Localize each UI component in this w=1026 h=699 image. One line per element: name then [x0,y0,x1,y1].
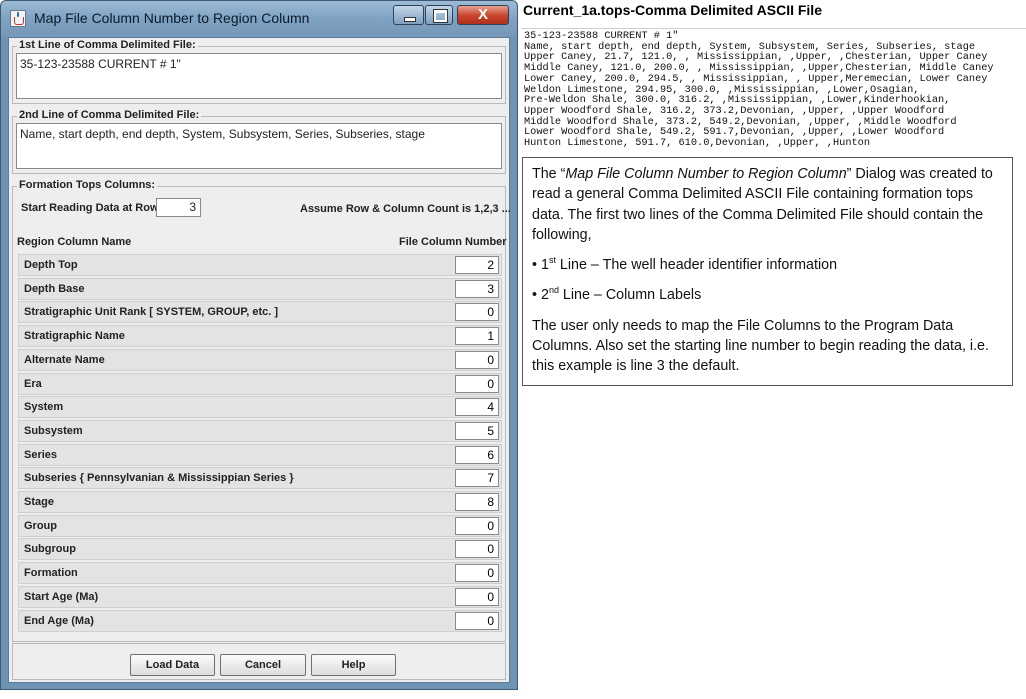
mapping-row: Subgroup 0 [18,538,502,561]
first-line-legend: 1st Line of Comma Delimited File: [17,39,198,51]
region-column-name: System [24,401,64,414]
bullet-first-line: • 1st Line – The well header identifier … [532,255,838,274]
close-icon: X [477,6,488,23]
file-column-number-input[interactable]: 0 [455,587,499,606]
region-column-name: Era [24,377,42,390]
region-column-name: Subgroup [24,543,76,556]
region-column-name: Series [24,448,58,461]
mapping-row: Stratigraphic Name 1 [18,325,502,348]
file-column-number-input[interactable]: 8 [455,493,499,511]
region-column-name: Stage [24,496,54,508]
file-line: Hunton Limestone, 591.7, 610.0,Devonian,… [524,137,871,150]
mapping-row: Depth Top 2 [18,254,502,276]
start-row-label: Start Reading Data at Row [21,202,159,214]
mapping-row: Subsystem 5 [18,419,502,442]
region-column-name: Start Age (Ma) [24,590,99,603]
file-column-number-input[interactable]: 6 [455,445,499,464]
region-column-header: Region Column Name [17,236,132,248]
region-column-name: Alternate Name [24,353,105,366]
file-column-number-input[interactable]: 3 [455,279,499,298]
file-column-number-input[interactable]: 1 [455,327,499,346]
file-title: Current_1a.tops-Comma Delimited ASCII Fi… [523,2,822,18]
file-column-number-input[interactable]: 0 [455,516,499,535]
maximize-button[interactable] [425,5,453,25]
title-bar[interactable]: Map File Column Number to Region Column … [1,1,517,37]
mapping-row: System 4 [18,396,502,419]
file-column-number-input[interactable]: 0 [455,540,499,559]
mapping-row: Series 6 [18,443,502,466]
java-app-icon [10,10,26,27]
file-column-number-input[interactable]: 0 [455,564,499,583]
mapping-row: Group 0 [18,514,502,537]
file-column-number-input[interactable]: 0 [455,350,499,369]
mapping-row: End Age (Ma) 0 [18,609,502,632]
mapping-row: Stratigraphic Unit Rank [ SYSTEM, GROUP,… [18,301,502,324]
dialog-name-emphasis: Map File Column Number to Region Column [565,166,847,182]
mapping-row: Stage 8 [18,491,502,513]
second-line-group: 2nd Line of Comma Delimited File: Name, … [12,109,506,174]
second-line-textarea[interactable]: Name, start depth, end depth, System, Su… [16,123,502,169]
description-instructions: The user only needs to map the File Colu… [532,317,989,375]
file-column-number-input[interactable]: 7 [455,469,499,488]
region-column-name: Depth Top [24,259,78,271]
file-column-number-input[interactable]: 0 [455,303,499,322]
formation-tops-legend: Formation Tops Columns: [17,179,158,191]
region-column-name: Formation [24,567,78,580]
map-column-dialog: Map File Column Number to Region Column … [0,0,518,690]
description-box: The “Map File Column Number to Region Co… [522,157,1013,386]
file-column-number-input[interactable]: 0 [455,611,499,630]
bullet-second-line: • 2nd Line – Column Labels [532,285,702,304]
minimize-button[interactable] [393,5,424,25]
region-column-name: Depth Base [24,282,85,295]
help-button[interactable]: Help [311,654,396,676]
mapping-row: Era 0 [18,372,502,395]
mapping-row: Alternate Name 0 [18,348,502,371]
region-column-name: End Age (Ma) [24,614,94,627]
region-column-name: Subsystem [24,424,83,437]
second-line-legend: 2nd Line of Comma Delimited File: [17,109,202,121]
file-preview-lines: 35-123-23588 CURRENT # 1" Name, start dep… [524,31,994,149]
region-column-name: Stratigraphic Name [24,330,125,343]
region-column-name: Subseries { Pennsylvanian & Mississippia… [24,472,294,485]
close-button[interactable]: X [457,5,509,25]
first-line-group: 1st Line of Comma Delimited File: 35-123… [12,39,506,104]
cancel-button[interactable]: Cancel [220,654,306,676]
dialog-content: 1st Line of Comma Delimited File: 35-123… [8,37,511,683]
dialog-title: Map File Column Number to Region Column [34,10,310,26]
file-column-number-input[interactable]: 0 [455,374,499,393]
mapping-row: Depth Base 3 [18,277,502,300]
mapping-row: Formation 0 [18,562,502,585]
region-column-name: Group [24,519,57,532]
first-line-textarea[interactable]: 35-123-23588 CURRENT # 1" [16,53,502,99]
file-column-number-input[interactable]: 4 [455,398,499,417]
file-column-header: File Column Number [399,236,507,248]
assume-count-note: Assume Row & Column Count is 1,2,3 ... [300,203,511,215]
mapping-row: Subseries { Pennsylvanian & Mississippia… [18,467,502,490]
file-column-number-input[interactable]: 5 [455,421,499,440]
load-data-button[interactable]: Load Data [130,654,215,676]
button-bar: Load Data Cancel Help [12,643,506,680]
description-intro: The “Map File Column Number to Region Co… [532,166,993,243]
file-line: Lower Caney, 200.0, 294.5, , Mississippi… [524,72,988,85]
mapping-row: Start Age (Ma) 0 [18,585,502,608]
start-row-input[interactable]: 3 [156,198,201,217]
file-column-number-input[interactable]: 2 [455,256,499,274]
region-column-name: Stratigraphic Unit Rank [ SYSTEM, GROUP,… [24,306,279,319]
